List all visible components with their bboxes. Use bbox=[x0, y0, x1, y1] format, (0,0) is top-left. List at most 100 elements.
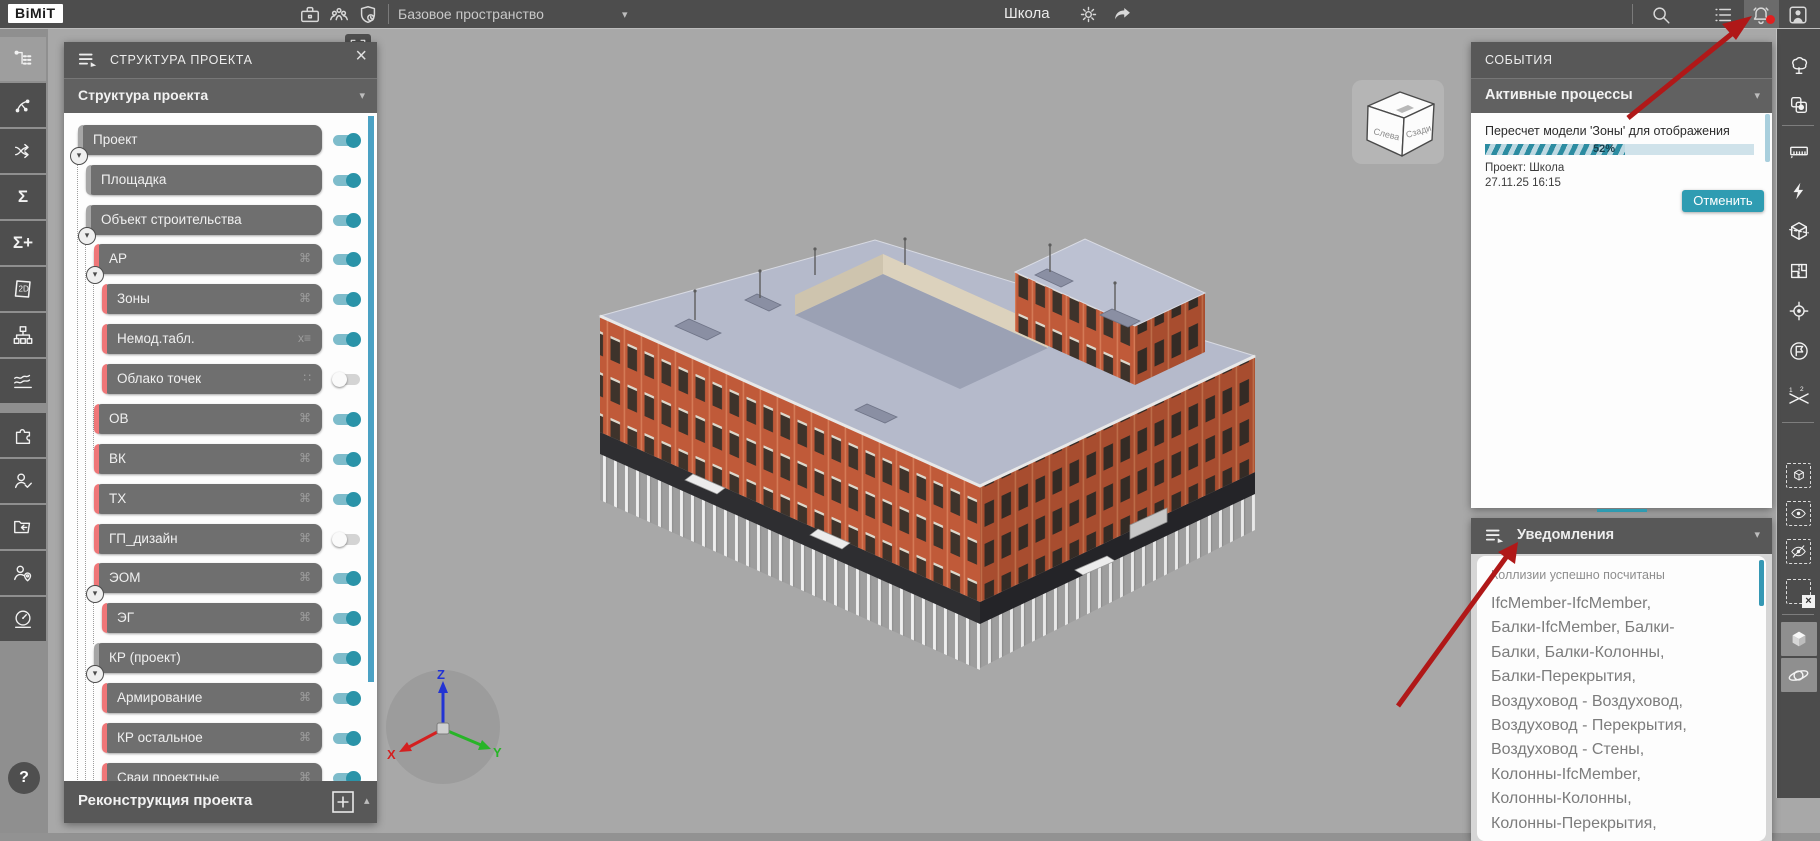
rtool-hide-eye[interactable] bbox=[1777, 532, 1820, 570]
gear-icon[interactable] bbox=[1078, 4, 1100, 26]
rtool-solid-view[interactable] bbox=[1777, 620, 1820, 658]
visibility-toggle[interactable] bbox=[333, 454, 360, 465]
visibility-toggle[interactable] bbox=[333, 573, 360, 584]
help-button[interactable]: ? bbox=[8, 762, 40, 794]
tool-graph-nodes[interactable] bbox=[0, 83, 46, 127]
structure-scrollbar[interactable] bbox=[368, 116, 374, 682]
app-logo[interactable]: BiMiT bbox=[8, 4, 63, 23]
visibility-toggle[interactable] bbox=[333, 294, 360, 305]
share-icon[interactable] bbox=[1112, 4, 1134, 26]
tool-sum[interactable]: Σ bbox=[0, 175, 46, 219]
events-scrollbar[interactable] bbox=[1765, 114, 1770, 162]
visibility-toggle[interactable] bbox=[333, 494, 360, 505]
tool-user-location[interactable] bbox=[0, 551, 46, 595]
visibility-toggle[interactable] bbox=[333, 653, 360, 664]
tree-item[interactable]: Площадка bbox=[86, 165, 360, 195]
visibility-toggle[interactable] bbox=[333, 733, 360, 744]
visibility-toggle[interactable] bbox=[333, 215, 360, 226]
rtool-orbit[interactable] bbox=[1777, 656, 1820, 694]
component-icon: ⌘ bbox=[299, 690, 311, 704]
tree-item[interactable]: КР (проект) bbox=[94, 643, 360, 673]
tool-hierarchy[interactable] bbox=[0, 313, 46, 357]
close-icon[interactable]: × bbox=[355, 45, 367, 68]
structure-panel-footer[interactable]: Реконструкция проекта ▴ bbox=[64, 781, 377, 823]
tree-item[interactable]: АР⌘ bbox=[94, 244, 360, 274]
collapse-caret-icon[interactable]: ▴ bbox=[364, 794, 370, 807]
tool-2d-views[interactable]: 2D bbox=[0, 267, 46, 311]
visibility-toggle[interactable] bbox=[333, 334, 360, 345]
tree-item[interactable]: ВК⌘ bbox=[94, 444, 360, 474]
tree-item[interactable]: Немод.табл.x≡ bbox=[102, 324, 360, 354]
rtool-isolate-cube[interactable] bbox=[1777, 456, 1820, 494]
navigation-cube[interactable]: Слева Сзади bbox=[1352, 80, 1444, 164]
rtool-selection-groups[interactable] bbox=[1777, 86, 1820, 124]
visibility-toggle[interactable] bbox=[333, 534, 360, 545]
expand-toggle[interactable]: ▾ bbox=[86, 665, 104, 683]
visibility-toggle[interactable] bbox=[333, 613, 360, 624]
chevron-down-icon[interactable]: ▾ bbox=[1754, 528, 1760, 541]
tree-item[interactable]: КР остальное⌘ bbox=[102, 723, 360, 753]
cancel-button[interactable]: Отменить bbox=[1682, 190, 1764, 212]
tool-charts[interactable] bbox=[0, 359, 46, 403]
tree-item[interactable]: ОВ⌘ bbox=[94, 404, 360, 434]
axis-z-label: Z bbox=[437, 667, 445, 682]
tree-item[interactable]: Объект строительства bbox=[86, 205, 360, 235]
tree-item[interactable]: Облако точек∷ bbox=[102, 364, 360, 394]
tree-item[interactable]: Армирование⌘ bbox=[102, 683, 360, 713]
rtool-flag[interactable] bbox=[1777, 332, 1820, 370]
rtool-flash[interactable] bbox=[1777, 172, 1820, 210]
workspace-selector[interactable]: Базовое пространство bbox=[398, 6, 544, 22]
briefcase-icon[interactable] bbox=[299, 4, 321, 26]
rtool-tree[interactable] bbox=[1777, 46, 1820, 84]
tool-project-structure[interactable] bbox=[0, 37, 46, 81]
axis-gizmo[interactable]: Z X Y bbox=[385, 667, 505, 787]
visibility-toggle[interactable] bbox=[333, 254, 360, 265]
tool-shuffle[interactable] bbox=[0, 129, 46, 173]
team-icon[interactable] bbox=[328, 4, 350, 26]
topbar-divider-right bbox=[1632, 4, 1633, 24]
notification-card[interactable]: Коллизии успешно посчитаны IfcMember-Ifc… bbox=[1477, 556, 1766, 841]
add-structure-icon[interactable] bbox=[332, 791, 354, 813]
rtool-numbered-axes[interactable]: 12 bbox=[1777, 378, 1820, 416]
notifications-scrollbar[interactable] bbox=[1759, 560, 1764, 606]
expand-toggle[interactable]: ▾ bbox=[70, 147, 88, 165]
panel-menu-icon[interactable] bbox=[1485, 528, 1505, 544]
rtool-show-eye[interactable] bbox=[1777, 494, 1820, 532]
notifications-header[interactable]: Уведомления ▾ bbox=[1471, 518, 1772, 554]
visibility-toggle[interactable] bbox=[333, 374, 360, 385]
workspace-caret-icon[interactable]: ▾ bbox=[622, 8, 628, 21]
shield-status-icon[interactable] bbox=[357, 4, 379, 26]
tool-plugins[interactable] bbox=[0, 413, 46, 457]
rtool-section-cube[interactable] bbox=[1777, 212, 1820, 250]
tree-item[interactable]: ТХ⌘ bbox=[94, 484, 360, 514]
tool-sum-plus[interactable]: Σ+ bbox=[0, 221, 46, 265]
visibility-toggle[interactable] bbox=[333, 414, 360, 425]
rtool-floorplan[interactable] bbox=[1777, 252, 1820, 290]
expand-toggle[interactable]: ▾ bbox=[78, 227, 96, 245]
list-icon[interactable] bbox=[1712, 4, 1734, 26]
collision-item: Колонны-IfcMember, bbox=[1491, 763, 1687, 787]
visibility-toggle[interactable] bbox=[333, 175, 360, 186]
visibility-toggle[interactable] bbox=[333, 693, 360, 704]
panel-menu-icon[interactable] bbox=[78, 52, 98, 68]
rtool-clear-selection[interactable]: × bbox=[1777, 572, 1820, 610]
rtool-focus-target[interactable] bbox=[1777, 292, 1820, 330]
active-processes-section[interactable]: Активные процессы ▾ bbox=[1471, 78, 1772, 113]
expand-toggle[interactable]: ▾ bbox=[86, 266, 104, 284]
tool-shared-folder[interactable] bbox=[0, 505, 46, 549]
tool-dashboard-gauge[interactable] bbox=[0, 597, 46, 641]
structure-selector[interactable]: Структура проекта ▾ bbox=[64, 78, 377, 113]
tree-item[interactable]: ЭГ⌘ bbox=[102, 603, 360, 633]
tool-user-check[interactable] bbox=[0, 459, 46, 503]
tree-item[interactable]: Проект bbox=[78, 125, 360, 155]
tree-item[interactable]: ЭОМ⌘ bbox=[94, 563, 360, 593]
search-icon[interactable] bbox=[1650, 4, 1672, 26]
user-icon[interactable] bbox=[1787, 4, 1809, 26]
tree-item[interactable]: Зоны⌘ bbox=[102, 284, 360, 314]
expand-toggle[interactable]: ▾ bbox=[86, 585, 104, 603]
building-model[interactable] bbox=[555, 180, 1265, 685]
rtool-ruler[interactable] bbox=[1777, 132, 1820, 170]
visibility-toggle[interactable] bbox=[333, 135, 360, 146]
tree-item[interactable]: ГП_дизайн⌘ bbox=[94, 524, 360, 554]
collision-item: Воздуховод - Стены, bbox=[1491, 738, 1687, 762]
